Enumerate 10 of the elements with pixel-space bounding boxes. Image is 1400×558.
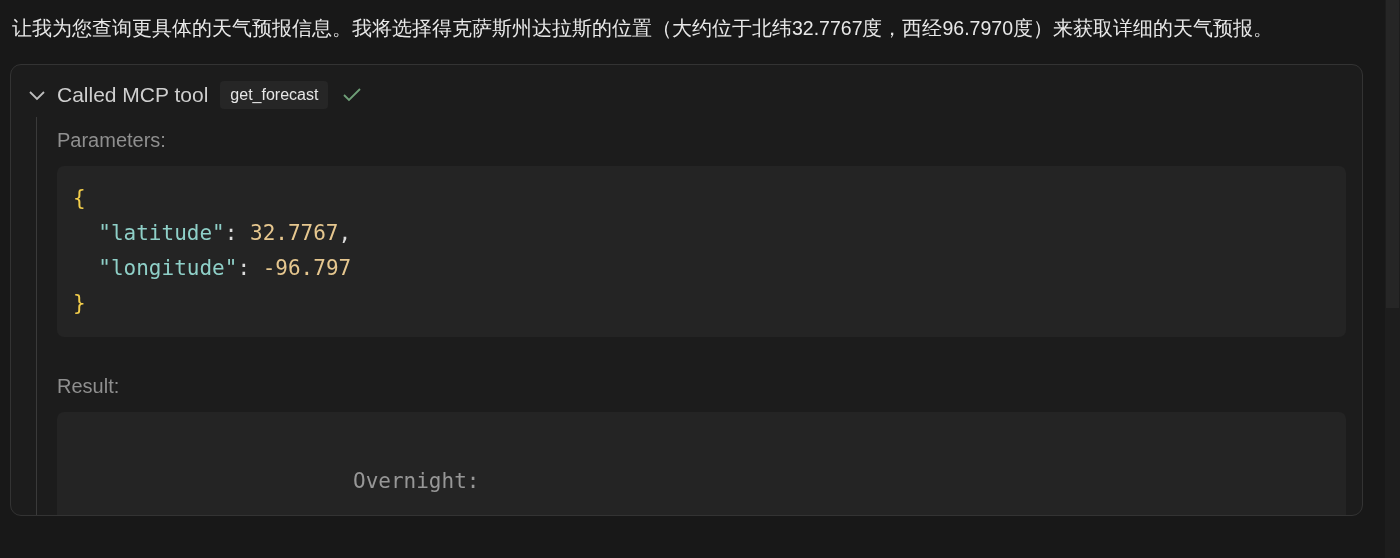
code-line: "latitude": 32.7767, [97,220,352,247]
tool-call-title: Called MCP tool [57,83,209,107]
code-line: "longitude": -96.797 [97,255,352,282]
code-line: { [73,185,86,212]
result-line: Overnight: [353,468,480,495]
message-text: 让我为您查询更具体的天气预报信息。我将选择得克萨斯州达拉斯的位置（大约位于北纬32.7767度，西经96.7970度）来获取详细的天气预报。 [12,16,1274,41]
code-line: } [73,290,86,317]
tool-name-tag: get_forecast [220,81,329,109]
parameters-label: Parameters: [57,128,167,153]
result-label: Result: [57,374,121,399]
